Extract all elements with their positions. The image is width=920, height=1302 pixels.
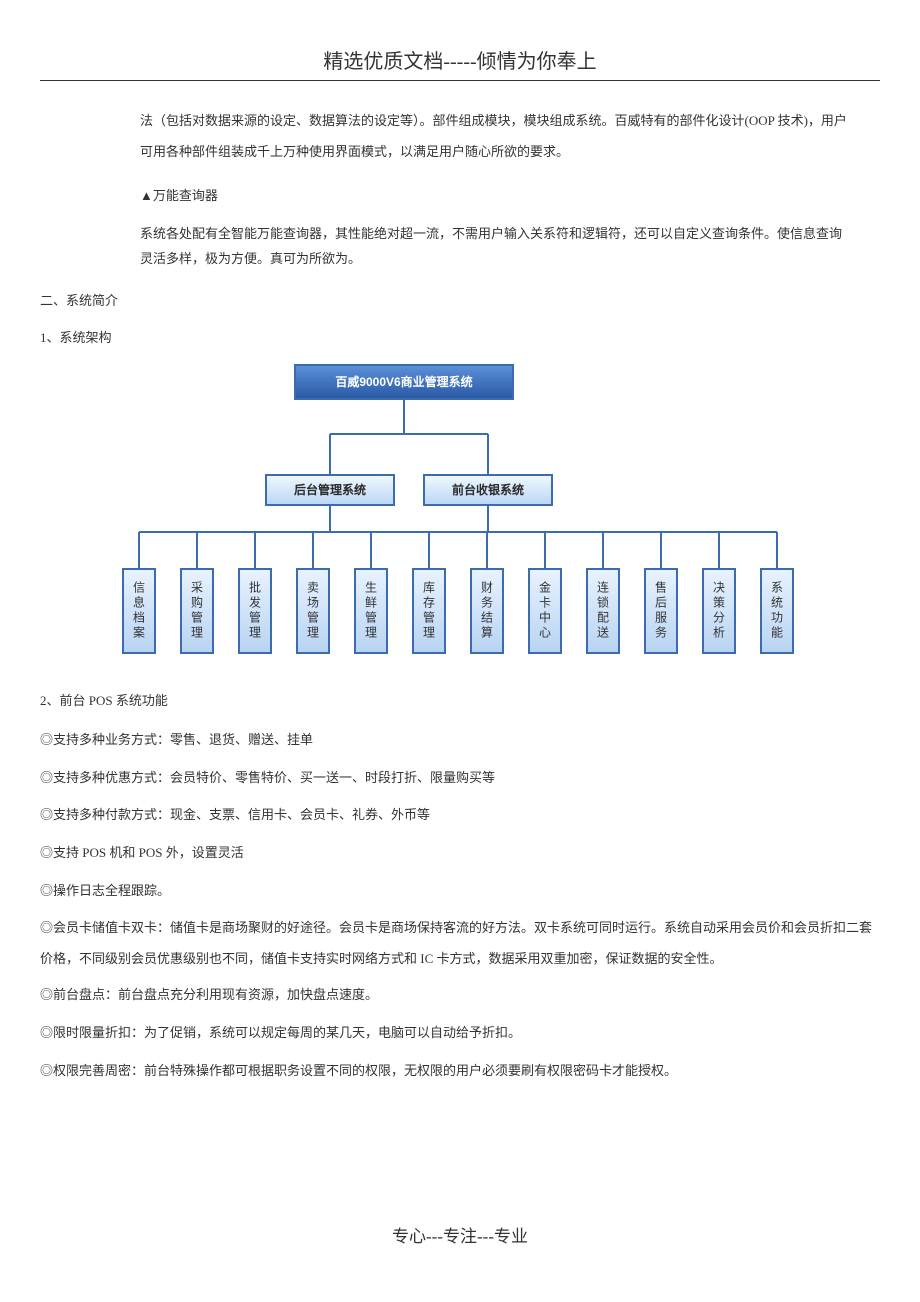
intro-paragraph-1: 法（包括对数据来源的设定、数据算法的设定等）。部件组成模块，模块组成系统。百威特…: [140, 105, 850, 167]
org-leaf-7: 金卡中心: [528, 568, 562, 654]
org-leaf-0: 信息档案: [122, 568, 156, 654]
org-leaf-9: 售后服务: [644, 568, 678, 654]
org-leaf-5: 库存管理: [412, 568, 446, 654]
org-leaf-10: 决策分析: [702, 568, 736, 654]
pos-feature-7: ◎限时限量折扣：为了促销，系统可以规定每周的某几天，电脑可以自动给予折扣。: [40, 1016, 880, 1050]
pos-feature-8: ◎权限完善周密：前台特殊操作都可根据职务设置不同的权限，无权限的用户必须要刷有权…: [40, 1054, 880, 1088]
org-node-frontend: 前台收银系统: [423, 474, 553, 506]
org-chart: 百威9000V6商业管理系统 后台管理系统 前台收银系统 信息档案 采购管理 批…: [110, 364, 880, 664]
section-2-1-heading: 1、系统架构: [40, 327, 880, 346]
org-leaf-11: 系统功能: [760, 568, 794, 654]
org-leaf-8: 连锁配送: [586, 568, 620, 654]
section-2-2-heading: 2、前台 POS 系统功能: [40, 690, 880, 709]
pos-feature-4: ◎操作日志全程跟踪。: [40, 874, 880, 908]
pos-feature-0: ◎支持多种业务方式：零售、退货、赠送、挂单: [40, 723, 880, 757]
pos-feature-list: ◎支持多种业务方式：零售、退货、赠送、挂单 ◎支持多种优惠方式：会员特价、零售特…: [40, 723, 880, 1088]
org-leaf-6: 财务结算: [470, 568, 504, 654]
section-2-heading: 二、系统简介: [40, 290, 880, 309]
org-leaf-2: 批发管理: [238, 568, 272, 654]
header-rule: [40, 80, 880, 81]
org-root: 百威9000V6商业管理系统: [294, 364, 514, 400]
page-footer: 专心---专注---专业: [0, 1222, 920, 1247]
org-node-backend: 后台管理系统: [265, 474, 395, 506]
pos-feature-2: ◎支持多种付款方式：现金、支票、信用卡、会员卡、礼券、外币等: [40, 798, 880, 832]
feature-body-query: 系统各处配有全智能万能查询器，其性能绝对超一流，不需用户输入关系符和逻辑符，还可…: [140, 222, 850, 271]
page-header-title: 精选优质文档-----倾情为你奉上: [40, 45, 880, 74]
pos-feature-5: ◎会员卡储值卡双卡：储值卡是商场聚财的好途径。会员卡是商场保持客流的好方法。双卡…: [40, 912, 880, 974]
feature-heading-query: ▲万能查询器: [140, 185, 880, 204]
pos-feature-1: ◎支持多种优惠方式：会员特价、零售特价、买一送一、时段打折、限量购买等: [40, 761, 880, 795]
org-leaf-3: 卖场管理: [296, 568, 330, 654]
document-page: 精选优质文档-----倾情为你奉上 法（包括对数据来源的设定、数据算法的设定等）…: [0, 0, 920, 1132]
org-leaf-1: 采购管理: [180, 568, 214, 654]
org-leaf-4: 生鲜管理: [354, 568, 388, 654]
pos-feature-3: ◎支持 POS 机和 POS 外，设置灵活: [40, 836, 880, 870]
pos-feature-6: ◎前台盘点：前台盘点充分利用现有资源，加快盘点速度。: [40, 978, 880, 1012]
